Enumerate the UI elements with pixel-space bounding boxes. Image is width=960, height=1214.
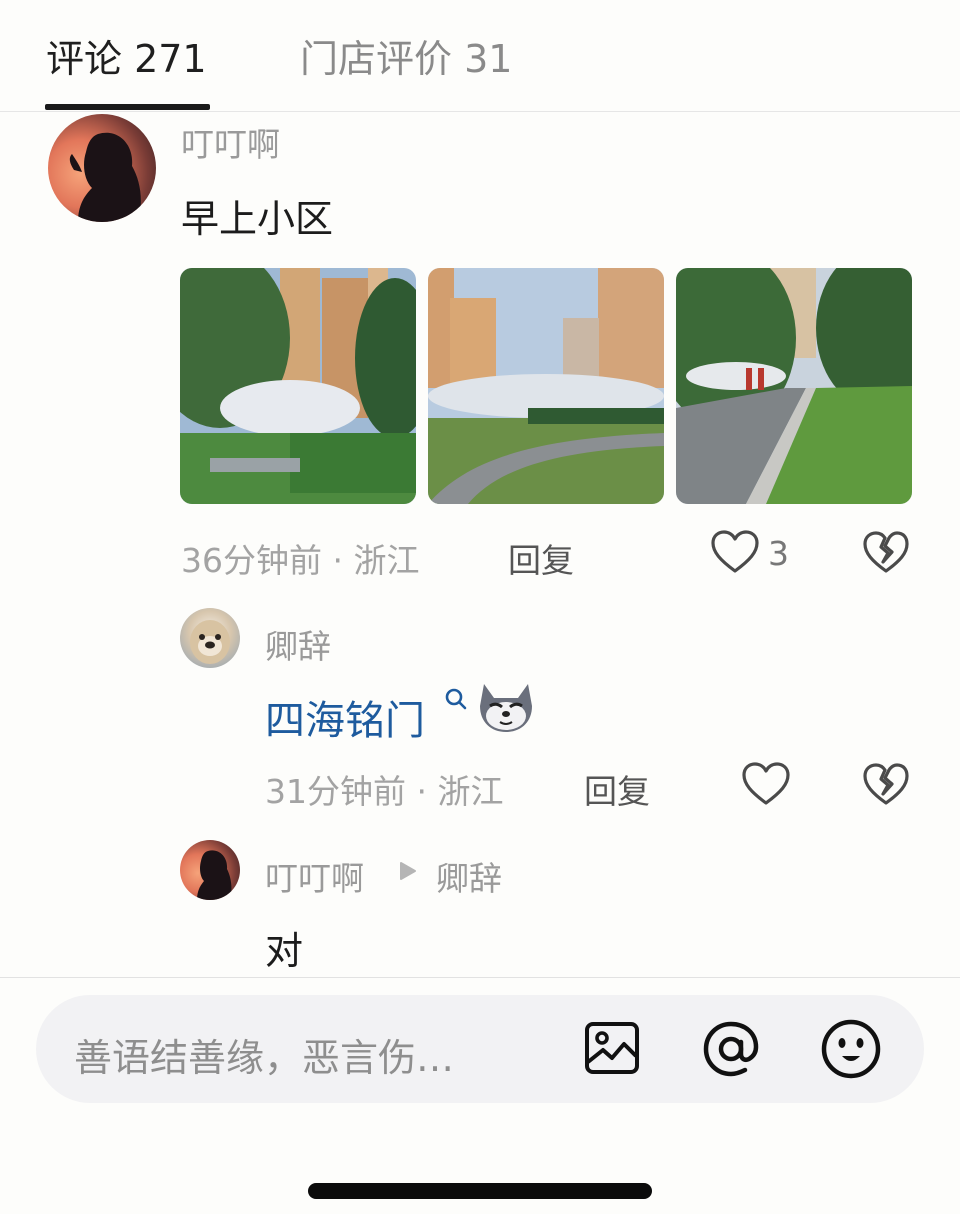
broken-heart-icon [863,763,909,805]
avatar-silhouette [197,850,232,900]
play-arrow-icon [398,860,418,882]
reply-username[interactable]: 卿辞 [265,620,331,668]
reply-button[interactable]: 回复 [584,765,650,813]
dislike-button[interactable] [862,528,910,576]
husky-emoji [476,680,536,736]
like-button[interactable] [710,528,760,576]
tab-active-indicator [45,104,210,110]
at-icon [703,1021,759,1077]
comment-photo-1[interactable] [180,268,416,504]
location-link[interactable]: 四海铭门 [265,688,425,746]
comment-username[interactable]: 叮叮啊 [181,118,280,166]
avatar-silhouette [69,132,141,222]
avatar[interactable] [48,114,156,222]
avatar[interactable] [180,608,240,668]
tab-comments[interactable]: 评论 271 [46,28,207,83]
like-button[interactable] [741,760,791,808]
home-indicator [308,1183,652,1199]
reply-to-username[interactable]: 卿辞 [436,852,502,900]
comment-photo-3[interactable] [676,268,912,504]
smiley-icon [821,1019,881,1079]
divider [0,977,960,978]
broken-heart-icon [863,531,909,573]
comment-input-placeholder[interactable]: 善语结善缘，恶言伤… [74,1027,454,1082]
reply-username[interactable]: 叮叮啊 [265,852,364,900]
mention-button[interactable] [700,1018,762,1080]
heart-outline-icon [742,762,790,805]
emoji-button[interactable] [820,1018,882,1080]
comment-photo-2[interactable] [428,268,664,504]
image-button[interactable] [584,1020,640,1076]
search-icon[interactable] [443,686,469,712]
comment-time-location: 36分钟前 · 浙江 [181,541,420,580]
reply-button[interactable]: 回复 [508,534,574,582]
reply-time-location: 31分钟前 · 浙江 [265,772,504,811]
avatar-otter [190,620,230,664]
comment-text: 早上小区 [181,197,334,241]
reply-text: 对 [265,929,304,973]
like-count: 3 [768,534,789,573]
tab-store-reviews[interactable]: 门店评价 31 [300,28,512,83]
image-icon [585,1022,639,1074]
heart-outline-icon [711,530,759,573]
avatar[interactable] [180,840,240,900]
dislike-button[interactable] [862,760,910,808]
